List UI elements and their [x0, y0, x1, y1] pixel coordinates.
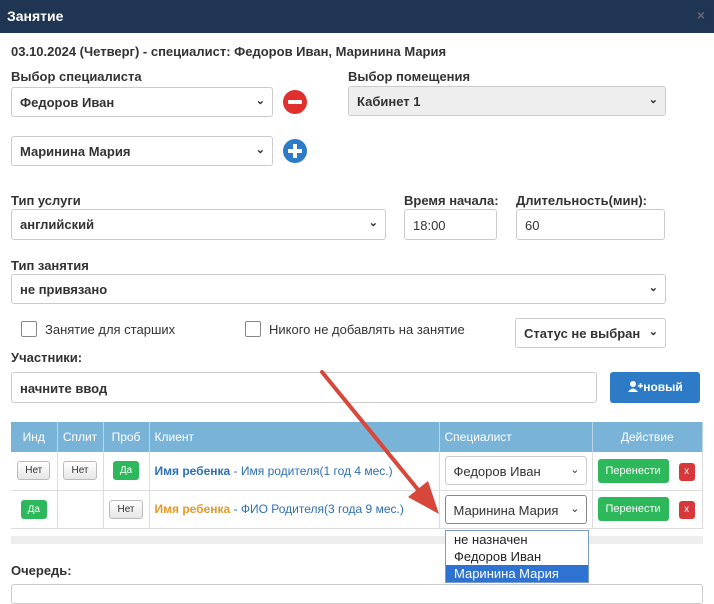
lesson-type-value: не привязано [20, 282, 108, 297]
separator: - [230, 463, 241, 478]
specialist-label: Выбор специалиста [11, 69, 142, 84]
participants-label: Участники: [11, 350, 83, 365]
dialog-titlebar: Занятие × [0, 0, 714, 33]
specialist-dropdown-list: не назначен Федоров Иван Маринина Мария [445, 530, 589, 583]
minus-icon [288, 100, 302, 104]
new-button-label: новый [643, 380, 683, 394]
service-select-value: английский [20, 217, 95, 232]
room-select[interactable]: Кабинет 1 ⌄ [348, 86, 666, 116]
dropdown-option-selected[interactable]: Маринина Мария [446, 565, 588, 582]
trial-toggle[interactable]: Нет [109, 499, 143, 519]
dropdown-option[interactable]: Федоров Иван [446, 548, 588, 565]
dropdown-option[interactable]: не назначен [446, 531, 588, 548]
no-add-checkbox[interactable] [245, 321, 261, 337]
ind-toggle[interactable]: Нет [17, 461, 51, 481]
status-select[interactable]: Статус не выбран ⌄ [515, 318, 666, 348]
specialist-select-2[interactable]: Маринина Мария ⌄ [11, 136, 273, 166]
child-name[interactable]: Имя ребенка [155, 464, 231, 478]
ind-toggle[interactable]: Да [20, 499, 47, 519]
queue-label: Очередь: [11, 563, 72, 578]
table-footer-band [11, 536, 703, 544]
col-split: Сплит [57, 422, 104, 452]
queue-input[interactable] [11, 584, 703, 604]
specialist-select-1-value: Федоров Иван [20, 95, 115, 110]
chevron-down-icon: ⌄ [648, 326, 658, 338]
dialog-title: Занятие [7, 8, 64, 24]
col-ind: Инд [11, 422, 58, 452]
duration-label: Длительность(мин): [516, 193, 648, 208]
specialist-select-1[interactable]: Федоров Иван ⌄ [11, 87, 273, 117]
delete-button[interactable]: x [678, 501, 695, 519]
chevron-down-icon: ⌄ [255, 95, 265, 107]
close-icon[interactable]: × [697, 7, 705, 23]
chevron-down-icon: ⌄ [255, 144, 265, 156]
status-select-value: Статус не выбран [524, 326, 641, 341]
start-time-input[interactable]: 18:00 [404, 209, 497, 240]
split-empty-cell [57, 490, 104, 529]
col-trial: Проб [103, 422, 150, 452]
chevron-down-icon: ⌄ [570, 502, 580, 515]
table-row: Да Нет Имя ребенка - ФИО Родителя(3 года… [11, 490, 703, 529]
room-label: Выбор помещения [348, 69, 471, 84]
lesson-header: 03.10.2024 (Четверг) - специалист: Федор… [11, 44, 447, 59]
new-participant-button[interactable]: новый [610, 372, 700, 403]
remove-specialist-button[interactable] [283, 90, 307, 114]
specialist-select-2-value: Маринина Мария [20, 144, 131, 159]
parent-name[interactable]: Имя родителя(1 год 4 мес.) [241, 464, 393, 478]
row-specialist-value: Федоров Иван [453, 464, 541, 480]
participants-table: Инд Сплит Проб Клиент Специалист Действи… [11, 422, 703, 529]
room-select-value: Кабинет 1 [357, 94, 421, 109]
lesson-type-label: Тип занятия [11, 258, 89, 273]
row-specialist-value: Маринина Мария [453, 502, 559, 518]
separator: - [230, 502, 241, 516]
duration-input[interactable]: 60 [516, 209, 665, 240]
col-action: Действие [592, 422, 703, 452]
move-button[interactable]: Перенести [597, 458, 669, 483]
split-toggle[interactable]: Нет [63, 461, 97, 481]
row-specialist-select[interactable]: Маринина Мария ⌄ [444, 494, 587, 524]
plus-icon [288, 144, 302, 158]
col-client: Клиент [149, 422, 440, 452]
no-add-label: Никого не добавлять на занятие [269, 322, 465, 337]
col-specialist: Специалист [439, 422, 593, 452]
service-label: Тип услуги [11, 193, 81, 208]
add-specialist-button[interactable] [283, 139, 307, 163]
add-user-icon [628, 381, 644, 392]
senior-lesson-checkbox[interactable] [21, 321, 37, 337]
table-row: Нет Нет Да Имя ребенка - Имя родителя(1 … [11, 452, 703, 491]
chevron-down-icon: ⌄ [570, 464, 580, 477]
start-time-label: Время начала: [404, 193, 499, 208]
row-specialist-select[interactable]: Федоров Иван ⌄ [444, 456, 587, 486]
parent-name[interactable]: ФИО Родителя(3 года 9 мес.) [241, 502, 404, 516]
delete-button[interactable]: x [678, 462, 695, 481]
trial-toggle[interactable]: Да [112, 461, 140, 481]
chevron-down-icon: ⌄ [368, 217, 378, 229]
table-header-row: Инд Сплит Проб Клиент Специалист Действи… [11, 422, 703, 452]
lesson-type-select[interactable]: не привязано ⌄ [11, 274, 666, 304]
participants-search-input[interactable]: начните ввод [11, 372, 597, 403]
service-select[interactable]: английский ⌄ [11, 209, 386, 240]
chevron-down-icon: ⌄ [648, 94, 658, 106]
chevron-down-icon: ⌄ [648, 282, 658, 294]
child-name[interactable]: Имя ребенка [155, 502, 231, 516]
move-button[interactable]: Перенести [597, 497, 669, 521]
senior-lesson-label: Занятие для старших [45, 322, 176, 337]
